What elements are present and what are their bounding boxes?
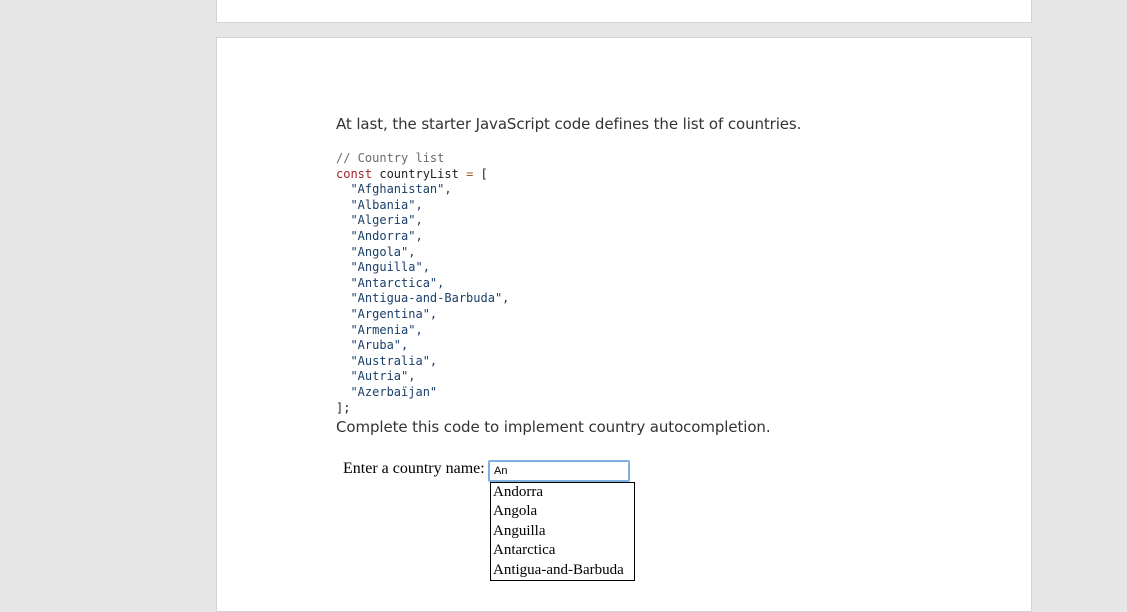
code-close: ];	[336, 400, 351, 415]
code-line-item: "Antarctica",	[336, 276, 509, 292]
code-string-item: "Autria",	[350, 369, 416, 384]
code-line-close: ];	[336, 401, 509, 417]
code-string-item: "Azerbaïjan"	[350, 384, 438, 399]
autocomplete-suggestion-list: Andorra Angola Anguilla Antarctica Antigua-a…	[490, 482, 635, 581]
suggestion-item[interactable]: Angola	[491, 502, 634, 521]
code-line-item: "Anguilla",	[336, 260, 509, 276]
code-string-item: "Antigua-and-Barbuda",	[350, 291, 510, 306]
code-identifier: countryList	[379, 166, 459, 181]
code-string-item: "Angola",	[350, 244, 416, 259]
code-string-item: "Argentina",	[350, 306, 438, 321]
code-string-item: "Afghanistan",	[350, 182, 452, 197]
code-string-item: "Australia",	[350, 353, 438, 368]
code-string-item: "Aruba",	[350, 338, 409, 353]
suggestion-item[interactable]: Anguilla	[491, 522, 634, 541]
code-string-item: "Anguilla",	[350, 260, 430, 275]
country-input-label: Enter a country name:	[343, 460, 485, 477]
country-name-input[interactable]	[488, 460, 630, 482]
suggestion-item[interactable]: Antarctica	[491, 541, 634, 560]
code-line-item: "Angola",	[336, 245, 509, 261]
code-line-item: "Australia",	[336, 354, 509, 370]
suggestion-item[interactable]: Andorra	[491, 483, 634, 502]
code-line-item: "Armenia",	[336, 323, 509, 339]
intro-paragraph: At last, the starter JavaScript code def…	[336, 115, 802, 133]
code-operator: =	[466, 166, 474, 181]
code-line-item: "Autria",	[336, 369, 509, 385]
suggestion-item[interactable]: Antigua-and-Barbuda	[491, 561, 634, 580]
code-keyword: const	[336, 166, 373, 181]
code-line-item: "Azerbaïjan"	[336, 385, 509, 401]
code-line-item: "Albania",	[336, 198, 509, 214]
code-string-item: "Armenia",	[350, 322, 423, 337]
code-line-declaration: const countryList = [	[336, 167, 509, 183]
code-string-item: "Algeria",	[350, 213, 423, 228]
code-line-item: "Algeria",	[336, 213, 509, 229]
code-line-item: "Afghanistan",	[336, 182, 509, 198]
code-string-item: "Andorra",	[350, 228, 423, 243]
previous-page-card	[216, 0, 1032, 23]
code-open-bracket: [	[480, 166, 488, 181]
code-string-item: "Albania",	[350, 197, 423, 212]
code-line-item: "Argentina",	[336, 307, 509, 323]
code-line-item: "Andorra",	[336, 229, 509, 245]
code-line-item: "Aruba",	[336, 338, 509, 354]
code-line-item: "Antigua-and-Barbuda",	[336, 291, 509, 307]
code-items: "Afghanistan", "Albania", "Algeria", "An…	[336, 182, 509, 400]
outro-paragraph: Complete this code to implement country …	[336, 418, 771, 436]
code-block: // Country list const countryList = [ "Af…	[336, 151, 509, 416]
code-comment: // Country list	[336, 151, 445, 165]
code-line-comment: // Country list	[336, 151, 509, 167]
code-string-item: "Antarctica",	[350, 275, 445, 290]
